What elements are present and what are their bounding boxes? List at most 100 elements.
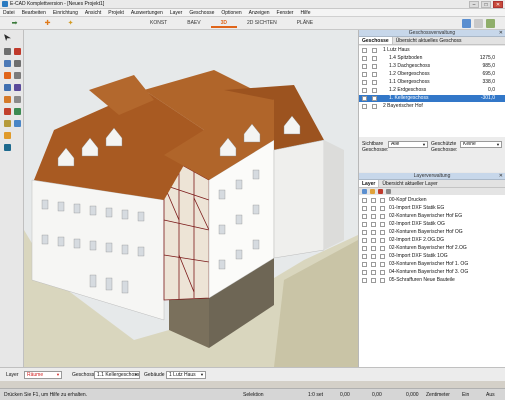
layer-row[interactable]: 02-Konturen Bayerischer Hof EG: [359, 213, 505, 220]
lock-checkbox[interactable]: [372, 72, 377, 77]
menu-auswertungen[interactable]: Auswertungen: [128, 9, 167, 17]
visibility-checkbox[interactable]: [362, 270, 367, 275]
visibility-checkbox[interactable]: [362, 96, 367, 101]
layer-row[interactable]: 01-Import DXF Statik EG: [359, 205, 505, 212]
tab-geschosse[interactable]: Geschosse: [359, 37, 393, 44]
window-tool-icon[interactable]: [4, 84, 11, 91]
layer-tool-icon[interactable]: [4, 132, 11, 139]
menu-projekt[interactable]: Projekt: [105, 9, 128, 17]
lock-checkbox[interactable]: [371, 270, 376, 275]
floor-row[interactable]: 1 Lutz Haus: [359, 47, 505, 54]
tab-baev[interactable]: BAEV: [177, 19, 210, 28]
lock-checkbox[interactable]: [371, 278, 376, 283]
layer-row[interactable]: 00-Kopf Drucken: [359, 197, 505, 204]
print-checkbox[interactable]: [380, 198, 385, 203]
print-checkbox[interactable]: [380, 262, 385, 267]
lock-checkbox[interactable]: [372, 104, 377, 109]
lock-checkbox[interactable]: [371, 206, 376, 211]
print-checkbox[interactable]: [380, 206, 385, 211]
layer-row[interactable]: 04-Konturen Bayerischer Hof 3. OG: [359, 269, 505, 276]
visibility-checkbox[interactable]: [362, 48, 367, 53]
toolbar-icon-a[interactable]: [462, 19, 471, 28]
floor-select[interactable]: 1.1 Kellergeschoss ▼: [94, 371, 140, 379]
floor-row[interactable]: 1.1 Obergeschoss 338,0: [359, 79, 505, 86]
protected-floors-select[interactable]: Keine ▼: [460, 141, 502, 148]
floor-row[interactable]: 1.2 Erdgeschoss 0,0: [359, 87, 505, 94]
tab-uebersicht-layer[interactable]: Übersicht aktueller Layer: [379, 180, 440, 187]
lock-checkbox[interactable]: [372, 80, 377, 85]
pencil-icon[interactable]: [4, 60, 11, 67]
print-checkbox[interactable]: [380, 246, 385, 251]
menu-bearbeiten[interactable]: Bearbeiten: [19, 9, 50, 17]
layer-row[interactable]: 02-Import DXF Statik OG: [359, 221, 505, 228]
wall-icon[interactable]: [4, 72, 11, 79]
delete-layer-icon[interactable]: [378, 189, 383, 194]
lock-checkbox[interactable]: [371, 230, 376, 235]
floor-row[interactable]: 2 Bayerischer Hof: [359, 103, 505, 110]
lock-checkbox[interactable]: [371, 262, 376, 267]
menu-hilfe[interactable]: Hilfe: [297, 9, 314, 17]
floor-row[interactable]: 1.3 Dachgeschoss 985,0: [359, 63, 505, 70]
layer-row[interactable]: 03-Konturen Bayerischer Hof 1. OG: [359, 261, 505, 268]
visible-floors-select[interactable]: Alle ▼: [388, 141, 428, 148]
lock-checkbox[interactable]: [371, 214, 376, 219]
menu-geschosse[interactable]: Geschosse: [186, 9, 218, 17]
tab-layer[interactable]: Layer: [359, 180, 380, 187]
floor-row[interactable]: 1.2 Obergeschoss 695,0: [359, 71, 505, 78]
lock-checkbox[interactable]: [371, 246, 376, 251]
visibility-checkbox[interactable]: [362, 64, 367, 69]
lock-checkbox[interactable]: [372, 48, 377, 53]
tab-3d[interactable]: 3D: [210, 19, 237, 28]
building-select[interactable]: 1 Lutz Haus ▼: [166, 371, 206, 379]
terrain-tool-icon[interactable]: [14, 108, 21, 115]
menu-datei[interactable]: Datei: [3, 9, 19, 17]
print-checkbox[interactable]: [380, 230, 385, 235]
visibility-checkbox[interactable]: [362, 262, 367, 267]
toolbar-icon-c[interactable]: [486, 19, 495, 28]
visibility-checkbox[interactable]: [362, 198, 367, 203]
visibility-checkbox[interactable]: [362, 214, 367, 219]
layer-row[interactable]: 02-Konturen Bayerischer Hof OG: [359, 229, 505, 236]
menu-fenster[interactable]: Fenster: [274, 9, 298, 17]
layer-row[interactable]: 02-Konturen Bayerischer Hof 2.OG: [359, 245, 505, 252]
visibility-checkbox[interactable]: [362, 222, 367, 227]
visibility-checkbox[interactable]: [362, 104, 367, 109]
layer-row[interactable]: 03-Import DXF Statik 1OG: [359, 253, 505, 260]
toolbar-icon-b[interactable]: [474, 19, 483, 28]
tab-uebersicht-geschoss[interactable]: Übersicht aktuelles Geschoss: [393, 37, 465, 44]
panel-close-icon[interactable]: ✕: [499, 30, 503, 37]
layer-row[interactable]: 02-Import DXF 2.OG.DG: [359, 237, 505, 244]
wand-icon[interactable]: ✦: [66, 19, 75, 28]
floor-row-selected[interactable]: 1. Kellergeschoss -301,0: [359, 95, 505, 102]
visibility-checkbox[interactable]: [362, 254, 367, 259]
select-arrow-icon[interactable]: [4, 34, 11, 41]
lock-checkbox[interactable]: [372, 56, 377, 61]
lock-checkbox[interactable]: [372, 96, 377, 101]
stairs-tool-icon[interactable]: [14, 96, 21, 103]
print-checkbox[interactable]: [380, 278, 385, 283]
visibility-checkbox[interactable]: [362, 230, 367, 235]
3d-viewport[interactable]: [24, 30, 358, 367]
visibility-checkbox[interactable]: [362, 238, 367, 243]
move-icon[interactable]: [4, 48, 11, 55]
print-checkbox[interactable]: [380, 222, 385, 227]
red-tool-icon[interactable]: [14, 48, 21, 55]
text-tool-icon[interactable]: [14, 120, 21, 127]
visibility-checkbox[interactable]: [362, 80, 367, 85]
menu-ansicht[interactable]: Ansicht: [82, 9, 105, 17]
print-checkbox[interactable]: [380, 254, 385, 259]
visibility-checkbox[interactable]: [362, 56, 367, 61]
menu-anzeigen[interactable]: Anzeigen: [246, 9, 274, 17]
panel-close-icon[interactable]: ✕: [499, 173, 503, 180]
add-icon[interactable]: ✚: [43, 19, 52, 28]
print-checkbox[interactable]: [380, 214, 385, 219]
layer-row[interactable]: 05-Schraffuren Neue Bauteile: [359, 277, 505, 284]
lock-checkbox[interactable]: [372, 64, 377, 69]
visibility-checkbox[interactable]: [362, 72, 367, 77]
lock-checkbox[interactable]: [371, 254, 376, 259]
floor-row[interactable]: 1.4 Spitzboden 1275,0: [359, 55, 505, 62]
new-layer-icon[interactable]: [362, 189, 367, 194]
layer-select[interactable]: Räume ▼: [24, 371, 62, 379]
door-tool-icon[interactable]: [14, 84, 21, 91]
layer-settings-icon[interactable]: [386, 189, 391, 194]
